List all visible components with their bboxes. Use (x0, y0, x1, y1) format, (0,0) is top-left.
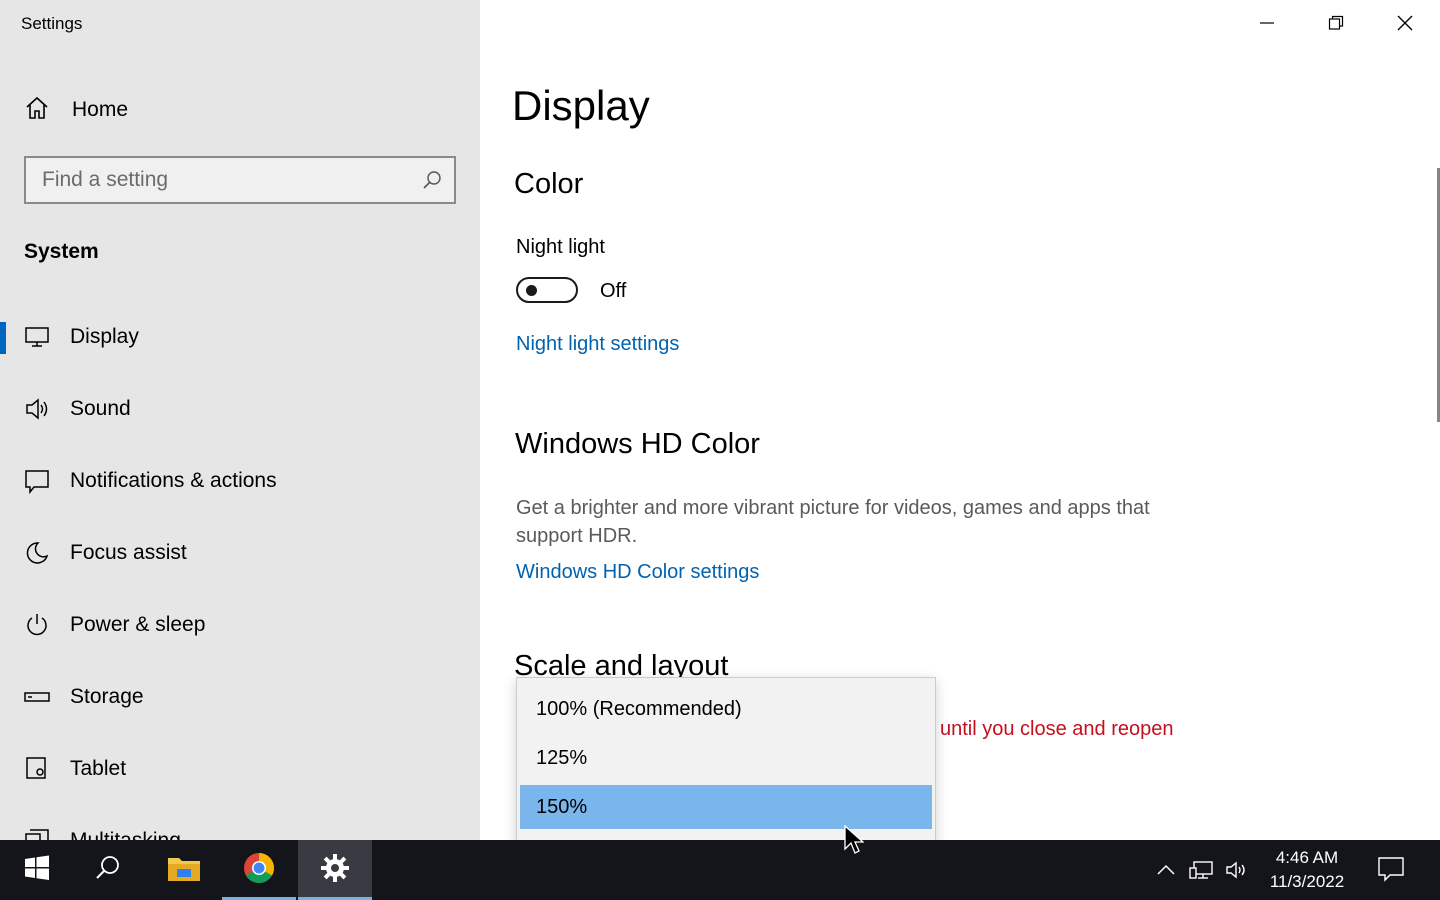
file-explorer-button[interactable] (147, 840, 221, 900)
hd-color-settings-link[interactable]: Windows HD Color settings (516, 561, 759, 584)
sidebar-item-focus-assist[interactable]: Focus assist (0, 526, 480, 582)
speaker-icon (24, 396, 50, 422)
sidebar-item-notifications[interactable]: Notifications & actions (0, 454, 480, 510)
minimize-button[interactable] (1232, 0, 1301, 50)
clock-time: 4:46 AM (1275, 848, 1339, 867)
sidebar-item-tablet[interactable]: Tablet (0, 742, 480, 798)
hd-color-heading: Windows HD Color (515, 428, 760, 460)
network-icon[interactable] (1189, 858, 1213, 882)
sidebar-item-label: Multitasking (70, 829, 181, 840)
sidebar-item-label: Power & sleep (70, 613, 206, 636)
toggle-knob (526, 285, 537, 296)
taskbar: 4:46 AM 11/3/2022 (0, 840, 1440, 900)
scale-option-150[interactable]: 150% (520, 785, 932, 829)
sidebar: Settings Home System Display Sound Notif… (0, 0, 480, 840)
option-label: 125% (536, 746, 588, 769)
home-label: Home (72, 98, 129, 121)
restore-button[interactable] (1301, 0, 1370, 50)
search-box[interactable] (24, 156, 456, 204)
close-button[interactable] (1370, 0, 1439, 50)
search-taskbar-button[interactable] (71, 840, 145, 900)
chrome-icon (243, 852, 275, 889)
hd-color-description: Get a brighter and more vibrant picture … (516, 497, 1150, 547)
chrome-button[interactable] (222, 840, 296, 900)
sidebar-item-label: Notifications & actions (70, 469, 277, 492)
storage-icon (24, 684, 50, 710)
mouse-cursor-icon (844, 824, 865, 860)
sidebar-item-sound[interactable]: Sound (0, 382, 480, 438)
gear-icon (320, 853, 350, 888)
active-indicator (0, 322, 6, 354)
home-nav[interactable]: Home (24, 94, 128, 126)
sidebar-item-label: Focus assist (70, 541, 187, 564)
sidebar-item-label: Storage (70, 685, 144, 708)
notification-icon (24, 468, 50, 495)
page-title: Display (512, 82, 650, 129)
start-button[interactable] (0, 840, 74, 900)
sidebar-item-label: Sound (70, 397, 131, 420)
app-title: Settings (21, 14, 83, 33)
settings-taskbar-button[interactable] (298, 840, 372, 900)
restart-warning: until you close and reopen (940, 718, 1174, 740)
option-label: 100% (Recommended) (536, 697, 742, 720)
color-heading: Color (514, 168, 584, 200)
clock-date: 11/3/2022 (1269, 872, 1345, 891)
sidebar-item-label: Display (70, 325, 139, 348)
sidebar-item-multitasking[interactable]: Multitasking (0, 814, 480, 840)
sidebar-item-storage[interactable]: Storage (0, 670, 480, 726)
scale-dropdown-list[interactable]: 100% (Recommended) 125% 150% (516, 677, 936, 849)
scale-option-125[interactable]: 125% (520, 736, 932, 780)
chevron-up-icon[interactable] (1154, 858, 1178, 882)
search-icon (95, 855, 121, 886)
home-icon (24, 95, 50, 126)
search-icon[interactable] (422, 170, 442, 195)
monitor-icon (24, 324, 50, 350)
sidebar-item-display[interactable]: Display (0, 310, 480, 366)
tablet-icon (24, 756, 50, 782)
folder-icon (167, 854, 201, 887)
system-clock[interactable]: 4:46 AM 11/3/2022 (1254, 846, 1360, 894)
night-light-state: Off (600, 280, 627, 302)
night-light-settings-link[interactable]: Night light settings (516, 333, 679, 356)
scale-option-100[interactable]: 100% (Recommended) (520, 687, 932, 731)
search-input[interactable] (42, 158, 402, 202)
sidebar-item-label: Tablet (70, 757, 127, 780)
option-label: 150% (536, 795, 588, 818)
windows-logo-icon (24, 855, 50, 886)
restore-icon (1328, 15, 1344, 36)
close-icon (1397, 15, 1413, 36)
moon-icon (24, 540, 50, 566)
minimize-icon (1259, 15, 1275, 36)
action-center-icon[interactable] (1378, 856, 1404, 882)
volume-icon[interactable] (1225, 858, 1249, 882)
section-title-system: System (24, 240, 99, 263)
sidebar-item-power-sleep[interactable]: Power & sleep (0, 598, 480, 654)
night-light-label: Night light (516, 236, 605, 258)
night-light-toggle[interactable] (516, 277, 578, 303)
multitasking-icon (24, 828, 50, 840)
power-icon (24, 612, 50, 638)
